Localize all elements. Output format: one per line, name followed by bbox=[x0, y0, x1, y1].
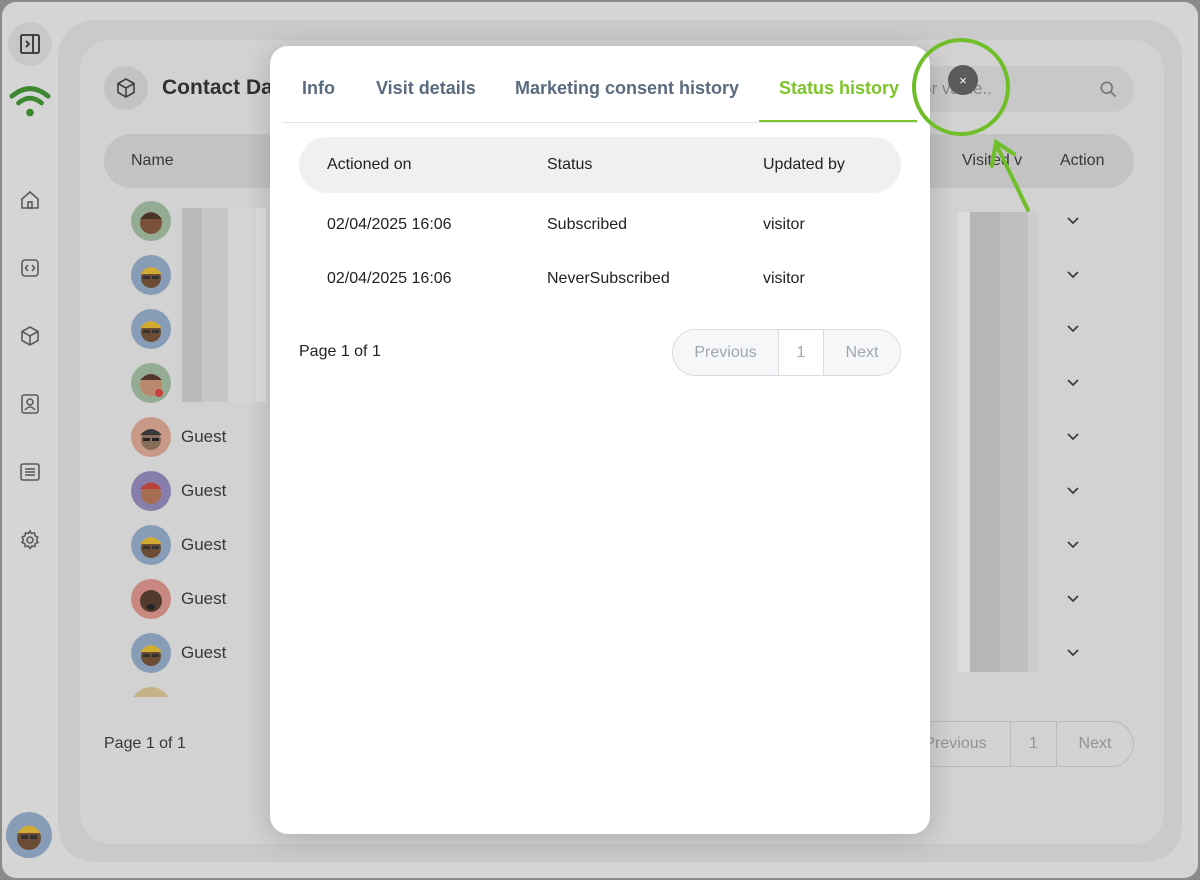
current-page[interactable]: 1 bbox=[779, 330, 824, 375]
updated-by-cell: visitor bbox=[763, 216, 805, 233]
modal-tabs: Info Visit details Marketing consent his… bbox=[282, 46, 918, 123]
status-cell: Subscribed bbox=[547, 216, 628, 233]
next-page-button[interactable]: Next bbox=[824, 330, 900, 375]
actioned-on-cell: 02/04/2025 16:06 bbox=[327, 216, 452, 233]
annotation-arrow-icon bbox=[990, 138, 1030, 212]
page-info: Page 1 of 1 bbox=[299, 343, 381, 360]
tab-info[interactable]: Info bbox=[302, 78, 335, 99]
tab-marketing-consent-history[interactable]: Marketing consent history bbox=[515, 78, 739, 99]
tab-visit-details[interactable]: Visit details bbox=[376, 78, 476, 99]
table-row: 02/04/2025 16:06 Subscribed visitor bbox=[299, 216, 901, 270]
updated-by-cell: visitor bbox=[763, 270, 805, 287]
actioned-on-cell: 02/04/2025 16:06 bbox=[327, 270, 452, 287]
status-cell: NeverSubscribed bbox=[547, 270, 670, 287]
column-header-status: Status bbox=[547, 156, 593, 173]
status-history-table-header: Actioned on Status Updated by bbox=[299, 137, 901, 193]
table-row: 02/04/2025 16:06 NeverSubscribed visitor bbox=[299, 270, 901, 324]
column-header-updated-by: Updated by bbox=[763, 156, 845, 173]
highlight-ring bbox=[912, 38, 1010, 136]
previous-page-button[interactable]: Previous bbox=[673, 330, 779, 375]
tab-status-history[interactable]: Status history bbox=[779, 78, 899, 99]
pagination: Previous 1 Next bbox=[672, 329, 901, 376]
contact-details-modal: Info Visit details Marketing consent his… bbox=[270, 46, 978, 834]
column-header-actioned-on: Actioned on bbox=[327, 156, 412, 173]
active-tab-indicator bbox=[759, 120, 917, 122]
